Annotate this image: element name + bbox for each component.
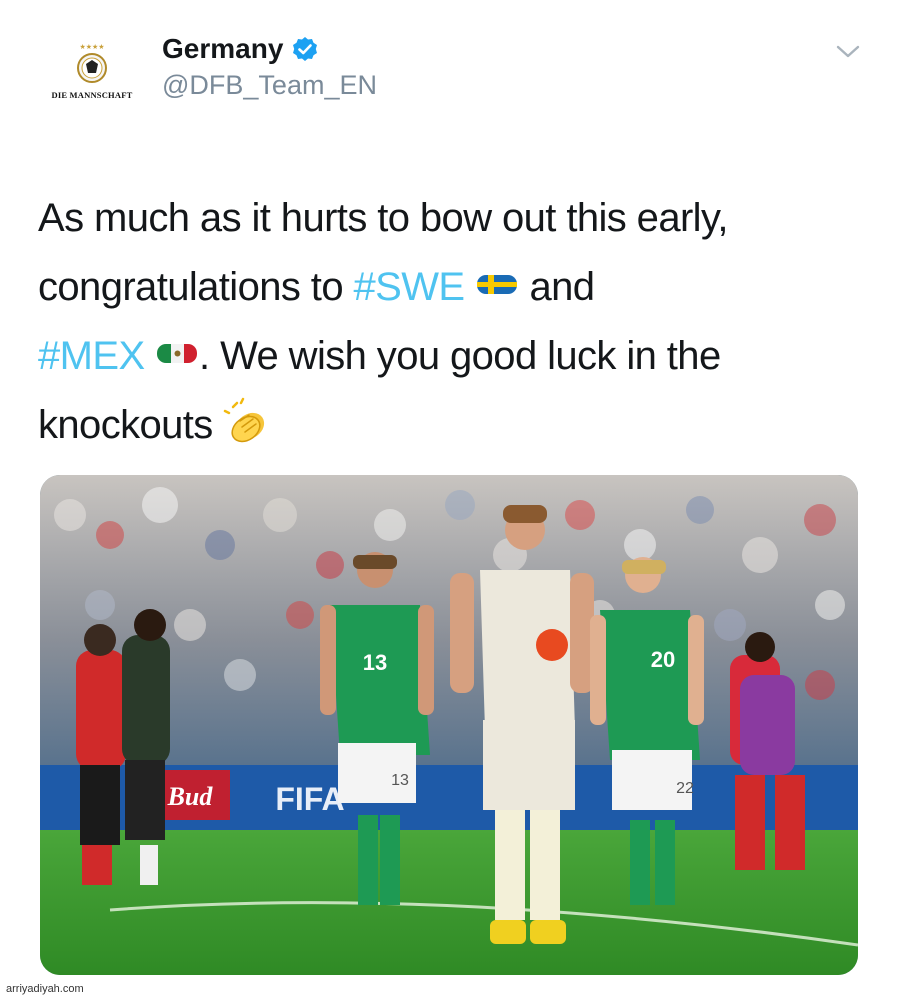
author-row: Germany [162, 30, 318, 68]
jersey-number-20: 20 [651, 647, 675, 672]
shorts-number-22: 22 [676, 780, 694, 797]
hashtag-mex[interactable]: #MEX [38, 334, 145, 378]
ad-board-bud: Bud [167, 782, 214, 811]
tweet-line-3: #MEX . We wish you good luck in the [38, 322, 858, 391]
mexico-flag-icon [157, 344, 198, 364]
tweet-photo[interactable]: Bud FIFA 13 13 20 22 [40, 475, 858, 975]
sweden-flag-icon [476, 275, 517, 295]
crest-stars: ★★★★ [79, 43, 104, 51]
author-handle[interactable]: @DFB_Team_EN [162, 70, 377, 101]
jersey-number-13: 13 [363, 650, 387, 675]
photo-players-leaving-pitch: Bud FIFA 13 13 20 22 [40, 475, 858, 975]
clapping-hands-icon [223, 398, 265, 443]
avatar[interactable]: ★★★★ DIE MANNSCHAFT [40, 34, 144, 106]
hashtag-swe[interactable]: #SWE [353, 265, 465, 309]
chevron-down-icon[interactable] [834, 40, 862, 62]
avatar-caption: DIE MANNSCHAFT [51, 90, 133, 100]
text-congratulations: congratulations to [38, 265, 354, 309]
tweet-line-2: congratulations to #SWE and [38, 253, 858, 322]
watermark: arriyadiyah.com [6, 983, 84, 995]
verified-icon [293, 37, 318, 61]
ad-board-fifa: FIFA [275, 781, 344, 817]
dfb-crest-icon: ★★★★ [77, 43, 107, 83]
tweet-card: ★★★★ DIE MANNSCHAFT Germany @DFB_Team_EN… [0, 0, 898, 1000]
tweet-text: As much as it hurts to bow out this earl… [38, 184, 858, 460]
shorts-number-13: 13 [391, 772, 409, 789]
tweet-line-1: As much as it hurts to bow out this earl… [38, 196, 729, 240]
text-and: and [518, 265, 595, 309]
tweet-line-4: knockouts [38, 391, 858, 460]
display-name[interactable]: Germany [162, 33, 283, 65]
text-knockouts: knockouts [38, 403, 213, 447]
text-good-luck: . We wish you good luck in the [199, 334, 721, 378]
